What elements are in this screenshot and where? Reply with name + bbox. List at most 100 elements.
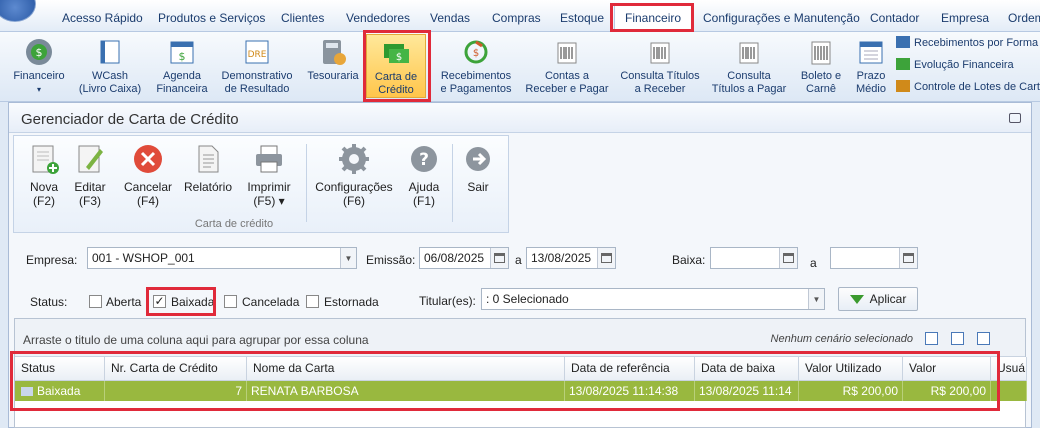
prazo-ribbon-button[interactable]: Prazo Médio (852, 36, 890, 96)
menu-tab-contador[interactable]: Contador (870, 11, 919, 25)
menu-tab-vendedores[interactable]: Vendedores (346, 11, 410, 25)
emissao-to-field[interactable]: 13/08/2025 (526, 247, 616, 269)
status-cancelada-label[interactable]: Cancelada (242, 295, 299, 309)
calendar-icon[interactable] (779, 248, 797, 268)
carta-credito-ribbon-button[interactable]: $ Carta de Crédito (366, 34, 426, 98)
imprimir-button[interactable]: Imprimir (F5) ▾ (242, 142, 296, 208)
window-title-bar: Gerenciador de Carta de Crédito (9, 103, 1031, 133)
aplicar-button[interactable]: Aplicar (838, 287, 918, 311)
column-header-data-baixa[interactable]: Data de baixa (695, 357, 799, 381)
column-header-nr-carta[interactable]: Nr. Carta de Crédito (105, 357, 247, 381)
editar-button[interactable]: Editar (F3) (70, 142, 110, 208)
recebimentos-forma-link[interactable]: Recebimentos por Forma de (896, 36, 1040, 49)
emissao-from-field[interactable]: 06/08/2025 (419, 247, 509, 269)
imprimir-label: Imprimir (247, 180, 291, 194)
editar-label: Editar (74, 180, 106, 194)
new-document-icon (27, 142, 61, 176)
cancelar-button[interactable]: Cancelar (F4) (120, 142, 176, 208)
calendar-icon[interactable] (597, 248, 615, 268)
configuracoes-button[interactable]: Configurações (F6) (312, 142, 396, 208)
status-baixada-label[interactable]: Baixada (171, 295, 214, 309)
help-icon: ? (407, 142, 441, 176)
boleto-ribbon-button[interactable]: Boleto e Carnê (796, 36, 846, 96)
nova-button[interactable]: Nova (F2) (24, 142, 64, 208)
status-aberta-checkbox[interactable] (89, 295, 102, 308)
evolucao-financeira-link[interactable]: Evolução Financeira (896, 58, 1014, 71)
restore-window-icon[interactable] (1009, 113, 1021, 123)
consulta-pagar-ribbon-button[interactable]: Consulta Títulos a Pagar (708, 36, 790, 96)
consulta-receber-label-2: a Receber (634, 83, 686, 95)
status-aberta-label[interactable]: Aberta (106, 295, 141, 309)
menu-tab-compras[interactable]: Compras (492, 11, 541, 25)
status-cancelada-checkbox[interactable] (224, 295, 237, 308)
wcash-ribbon-button[interactable]: WCash (Livro Caixa) (78, 36, 142, 96)
prazo-label-1: Prazo (856, 70, 886, 82)
column-chooser-icon[interactable] (951, 332, 964, 345)
menu-tab-clientes[interactable]: Clientes (281, 11, 324, 25)
status-folder-icon (21, 387, 33, 396)
nova-shortcut: (F2) (33, 194, 55, 208)
calendar-icon[interactable] (490, 248, 508, 268)
column-header-valor-utilizado[interactable]: Valor Utilizado (799, 357, 903, 381)
empresa-select[interactable]: 001 - WSHOP_001 ▼ (87, 247, 357, 269)
ajuda-button[interactable]: ? Ajuda (F1) (404, 142, 444, 208)
agenda-ribbon-button[interactable]: $ Agenda Financeira (152, 36, 212, 96)
consulta-receber-label-1: Consulta Títulos (620, 70, 700, 82)
contas-ribbon-button[interactable]: Contas a Receber e Pagar (522, 36, 612, 96)
status-estornada-checkbox[interactable] (306, 295, 319, 308)
recebimentos-ribbon-button[interactable]: $ Recebimentos e Pagamentos (438, 36, 514, 96)
column-header-status[interactable]: Status (15, 357, 105, 381)
column-header-usuario[interactable]: Usuá (991, 357, 1027, 381)
sair-button[interactable]: Sair (460, 142, 496, 194)
baixa-from-field[interactable] (710, 247, 798, 269)
menu-tab-vendas[interactable]: Vendas (430, 11, 470, 25)
consulta-receber-ribbon-button[interactable]: Consulta Títulos a Receber (618, 36, 702, 96)
menu-tab-financeiro[interactable]: Financeiro (614, 4, 693, 32)
baixa-to-field[interactable] (830, 247, 918, 269)
controle-lotes-label: Controle de Lotes de Cartã (914, 81, 1040, 93)
menu-tab-estoque[interactable]: Estoque (560, 11, 604, 25)
scenario-text: Nenhum cenário selecionado (770, 333, 913, 345)
menu-tab-acesso-rapido[interactable]: Acesso Rápido (62, 11, 143, 25)
status-baixada-checkbox[interactable]: ✓ (153, 295, 166, 308)
printer-icon (252, 142, 286, 176)
relatorio-button[interactable]: Relatório (180, 142, 236, 194)
column-header-data-referencia[interactable]: Data de referência (565, 357, 695, 381)
boleto-label-2: Carnê (806, 83, 836, 95)
toolbar-divider (452, 144, 453, 222)
menu-tab-ordem[interactable]: Ordem (1008, 11, 1040, 25)
menu-tab-produtos-servicos[interactable]: Produtos e Serviços (158, 11, 265, 25)
dre-ribbon-button[interactable]: DRE Demonstrativo de Resultado (218, 36, 296, 96)
status-estornada-label[interactable]: Estornada (324, 295, 379, 309)
chevron-down-icon[interactable]: ▼ (340, 248, 356, 268)
gear-icon (337, 142, 371, 176)
recebimentos-label-1: Recebimentos (440, 70, 512, 82)
group-panel[interactable]: Arraste o titulo de uma coluna aqui para… (15, 319, 1025, 357)
menu-tab-configuracoes[interactable]: Configurações e Manutenção (703, 11, 860, 25)
tesouraria-ribbon-button[interactable]: Tesouraria (304, 36, 362, 83)
svg-text:$: $ (473, 48, 479, 59)
relatorio-label: Relatório (183, 180, 233, 194)
configuracoes-shortcut: (F6) (343, 194, 365, 208)
barcode-document-icon (644, 36, 676, 68)
menu-tab-empresa[interactable]: Empresa (941, 11, 989, 25)
chevron-down-icon[interactable]: ▼ (808, 289, 824, 309)
titular-select[interactable]: : 0 Selecionado ▼ (481, 288, 825, 310)
column-header-nome-carta[interactable]: Nome da Carta (247, 357, 565, 381)
financeiro-ribbon-button[interactable]: $ Financeiro ▾ (10, 36, 68, 96)
agenda-label-2: Financeira (156, 83, 208, 95)
emissao-to-value: 13/08/2025 (531, 251, 592, 265)
row-cell-usuario (991, 381, 1027, 401)
calendar-icon[interactable] (899, 248, 917, 268)
row-cell-data-referencia: 13/08/2025 11:14:38 (565, 381, 695, 401)
wcash-label-1: WCash (91, 70, 129, 82)
toolbar-divider (306, 144, 307, 222)
boleto-icon (805, 36, 837, 68)
emissao-from-value: 06/08/2025 (424, 251, 485, 265)
controle-lotes-link[interactable]: Controle de Lotes de Cartã (896, 80, 1040, 93)
column-header-valor[interactable]: Valor (903, 357, 991, 381)
save-scenario-icon[interactable] (977, 332, 990, 345)
app-menu-button[interactable] (0, 0, 36, 22)
report-icon (191, 142, 225, 176)
grid-layout-icon[interactable] (925, 332, 938, 345)
